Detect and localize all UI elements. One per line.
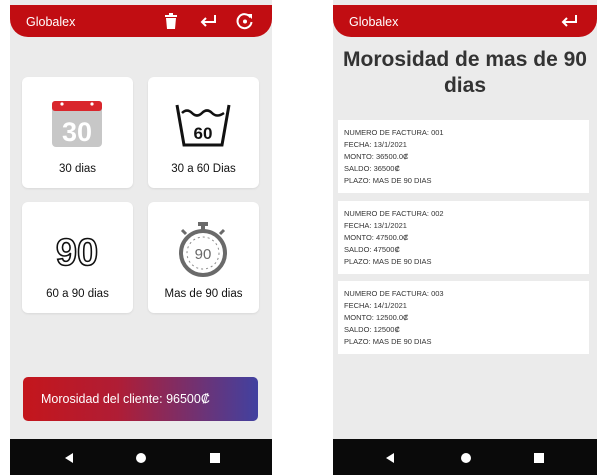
invoice-term: PLAZO: MAS DE 90 DIAS	[344, 176, 432, 185]
tile-label: Mas de 90 dias	[164, 288, 243, 300]
app-title: Globalex	[349, 15, 399, 29]
back-icon[interactable]	[383, 451, 397, 465]
tile-30-a-60-dias[interactable]: 60 30 a 60 Dias	[148, 77, 259, 188]
morosidad-total: Morosidad del cliente: 96500₡	[41, 392, 210, 406]
page-title: Morosidad de mas de 90 dias	[343, 48, 587, 97]
system-navbar	[10, 439, 272, 475]
invoice-date: FECHA: 13/1/2021	[344, 221, 407, 230]
svg-text:30: 30	[62, 117, 92, 147]
invoice-date: FECHA: 14/1/2021	[344, 301, 407, 310]
detail-screen: Globalex Morosidad de mas de 90 dias NUM…	[333, 0, 597, 475]
invoice-balance: SALDO: 36500₡	[344, 164, 400, 173]
main-screen: Globalex 30 30 dias 60 30 a 60 Dias 90 6…	[10, 0, 272, 475]
invoice-amount: MONTO: 12500.0₡	[344, 313, 409, 322]
return-icon[interactable]	[198, 11, 218, 31]
invoice-number: NUMERO DE FACTURA: 002	[344, 209, 444, 218]
tile-30-dias[interactable]: 30 30 dias	[22, 77, 133, 188]
invoice-amount: MONTO: 36500.0₡	[344, 152, 409, 161]
app-title: Globalex	[26, 15, 76, 29]
system-navbar	[333, 439, 597, 475]
home-icon[interactable]	[459, 451, 473, 465]
svg-text:90: 90	[195, 246, 212, 263]
tile-label: 60 a 90 dias	[46, 288, 109, 300]
recents-icon[interactable]	[532, 451, 546, 465]
invoice-date: FECHA: 13/1/2021	[344, 140, 407, 149]
invoice-card: NUMERO DE FACTURA: 002 FECHA: 13/1/2021 …	[338, 201, 589, 274]
invoice-card: NUMERO DE FACTURA: 001 FECHA: 13/1/2021 …	[338, 120, 589, 193]
svg-text:60: 60	[194, 124, 213, 143]
refresh-icon[interactable]	[235, 11, 255, 31]
svg-text:90: 90	[56, 232, 98, 274]
invoice-card: NUMERO DE FACTURA: 003 FECHA: 14/1/2021 …	[338, 281, 589, 354]
invoice-term: PLAZO: MAS DE 90 DIAS	[344, 337, 432, 346]
tile-60-a-90-dias[interactable]: 90 60 a 90 dias	[22, 202, 133, 313]
stopwatch-90-icon: 90	[174, 220, 232, 278]
wash-60-icon: 60	[174, 95, 232, 153]
tile-label: 30 a 60 Dias	[171, 163, 236, 175]
invoice-term: PLAZO: MAS DE 90 DIAS	[344, 257, 432, 266]
tile-mas-de-90-dias[interactable]: 90 Mas de 90 dias	[148, 202, 259, 313]
calendar-30-icon: 30	[48, 95, 106, 153]
recents-icon[interactable]	[208, 451, 222, 465]
morosidad-banner: Morosidad del cliente: 96500₡	[23, 377, 258, 421]
trash-icon[interactable]	[161, 11, 181, 31]
outline-90-icon: 90	[48, 220, 106, 278]
app-bar: Globalex	[10, 5, 272, 37]
tile-label: 30 dias	[58, 163, 97, 175]
invoice-balance: SALDO: 47500₡	[344, 245, 400, 254]
invoice-number: NUMERO DE FACTURA: 003	[344, 289, 444, 298]
invoice-number: NUMERO DE FACTURA: 001	[344, 128, 444, 137]
invoice-balance: SALDO: 12500₡	[344, 325, 400, 334]
home-icon[interactable]	[134, 451, 148, 465]
return-icon[interactable]	[559, 11, 579, 31]
invoice-amount: MONTO: 47500.0₡	[344, 233, 409, 242]
back-icon[interactable]	[62, 451, 76, 465]
app-bar: Globalex	[333, 5, 597, 37]
